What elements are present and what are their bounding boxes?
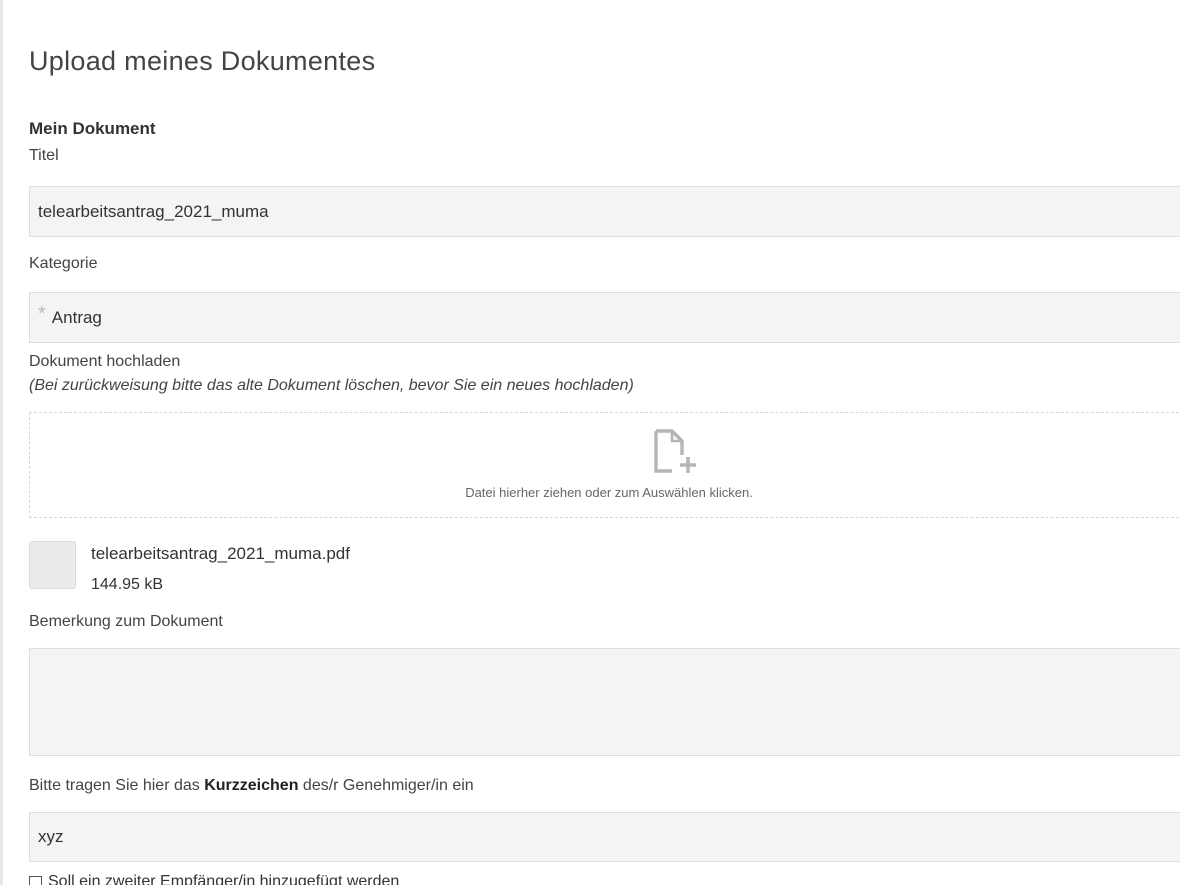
file-size: 144.95 kB [91, 576, 164, 593]
file-add-icon [653, 429, 699, 480]
title-input[interactable]: telearbeitsantrag_2021_muma [29, 186, 1180, 237]
approver-label-prefix: Bitte tragen Sie hier das [29, 777, 205, 794]
approver-label-suffix: des/r Genehmiger/in ein [298, 777, 474, 794]
upload-hint: (Bei zurückweisung bitte das alte Dokume… [29, 377, 634, 394]
left-edge-divider [0, 0, 3, 885]
remark-textarea[interactable] [29, 648, 1180, 756]
category-select-value: Antrag [51, 307, 102, 327]
upload-form: Upload meines Dokumentes Mein Dokument T… [29, 0, 1180, 885]
page-title: Upload meines Dokumentes [29, 46, 376, 76]
title-label: Titel [29, 147, 59, 164]
upload-label: Dokument hochladen [29, 353, 181, 370]
second-recipient-checkbox[interactable] [29, 876, 42, 885]
approver-label: Bitte tragen Sie hier das Kurzzeichen de… [29, 777, 474, 795]
asterisk-icon: * [38, 303, 46, 325]
second-recipient-row[interactable]: Soll ein zweiter Empfänger/in hinzugefüg… [29, 874, 399, 885]
title-input-value: telearbeitsantrag_2021_muma [38, 201, 269, 221]
file-name[interactable]: telearbeitsantrag_2021_muma.pdf [91, 544, 350, 564]
category-label: Kategorie [29, 255, 98, 272]
approver-input-value: xyz [38, 827, 64, 846]
file-thumbnail [29, 541, 76, 589]
category-select[interactable]: * Antrag [29, 292, 1180, 343]
approver-input[interactable]: xyz [29, 812, 1180, 862]
section-title: Mein Dokument [29, 119, 156, 138]
remark-label: Bemerkung zum Dokument [29, 613, 223, 630]
second-recipient-label: Soll ein zweiter Empfänger/in hinzugefüg… [48, 873, 400, 885]
file-dropzone[interactable]: Datei hierher ziehen oder zum Auswählen … [29, 412, 1180, 518]
dropzone-text: Datei hierher ziehen oder zum Auswählen … [465, 485, 753, 500]
approver-label-bold: Kurzzeichen [204, 777, 299, 794]
